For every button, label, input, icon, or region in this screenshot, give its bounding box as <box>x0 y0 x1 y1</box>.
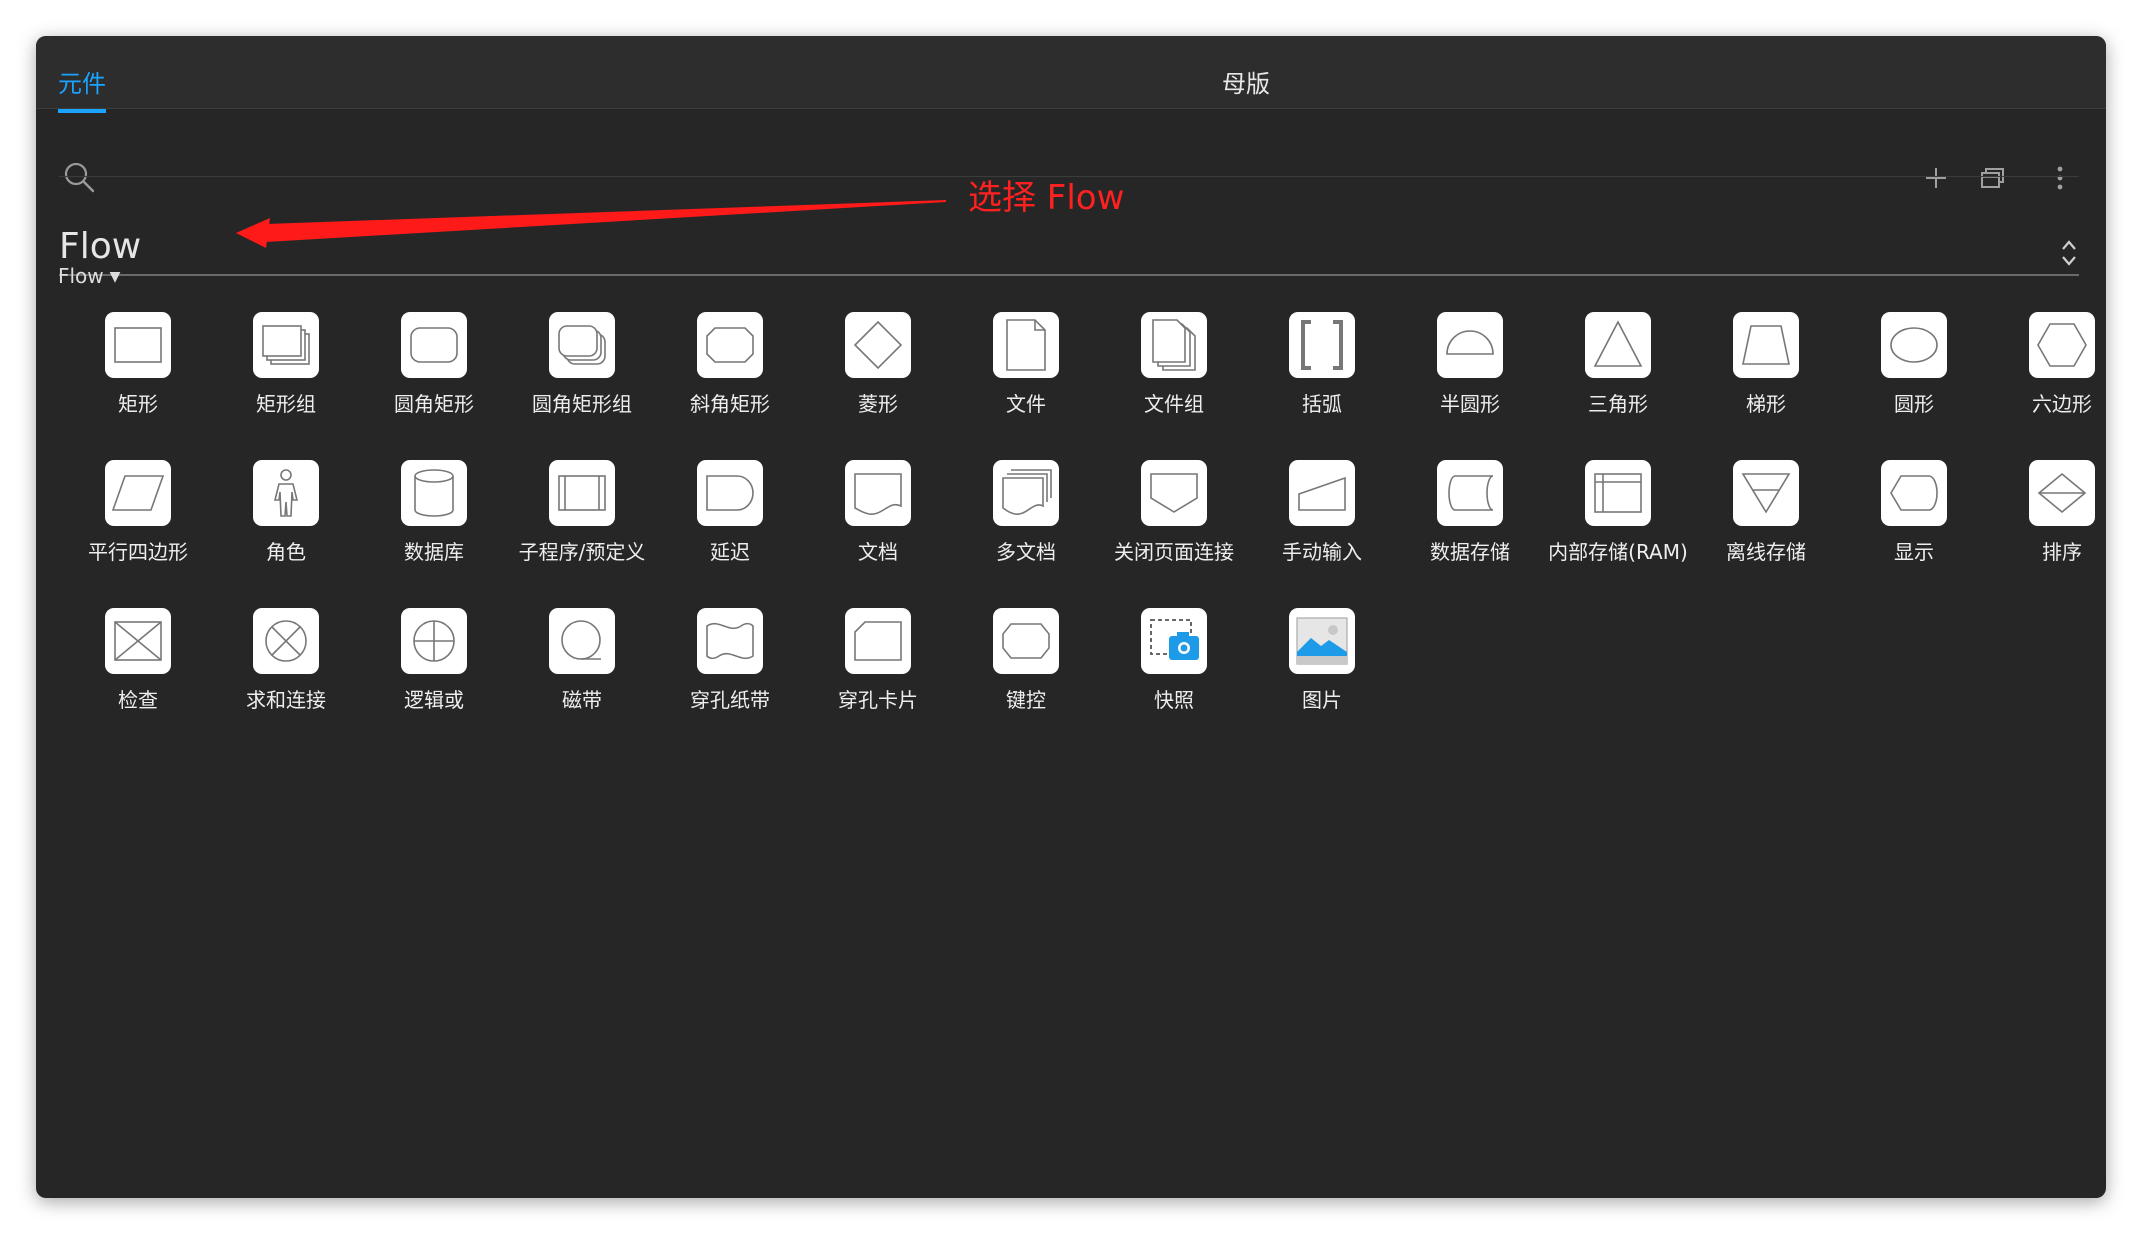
caret-down-icon: ▼ <box>109 269 121 285</box>
widget-item-triangle[interactable]: 三角形 <box>1544 312 1692 432</box>
hexagon-icon <box>2029 312 2095 378</box>
tape-icon <box>549 608 615 674</box>
widget-label: 图片 <box>1302 688 1342 712</box>
card-icon <box>845 608 911 674</box>
delay-icon <box>697 460 763 526</box>
folder-flow[interactable]: Flow ▼ <box>58 264 120 288</box>
widget-item-display[interactable]: 显示 <box>1840 460 1988 580</box>
bevel-icon <box>697 312 763 378</box>
rounded-icon <box>401 312 467 378</box>
widget-item-terminal[interactable]: 键控 <box>952 608 1100 728</box>
image-icon <box>1289 608 1355 674</box>
plus-icon[interactable] <box>1922 164 1950 192</box>
widget-item-subroutine[interactable]: 子程序/预定义 <box>508 460 656 580</box>
widget-item-bracket[interactable]: 括弧 <box>1248 312 1396 432</box>
widget-item-hexagon[interactable]: 六边形 <box>1988 312 2106 432</box>
widget-item-datastore[interactable]: 数据存储 <box>1396 460 1544 580</box>
widget-item-roundedgroup[interactable]: 圆角矩形组 <box>508 312 656 432</box>
annotation-arrow <box>236 200 946 248</box>
terminal-icon <box>993 608 1059 674</box>
document-icon <box>845 460 911 526</box>
diamond-icon <box>845 312 911 378</box>
widget-item-database[interactable]: 数据库 <box>360 460 508 580</box>
database-icon <box>401 460 467 526</box>
widget-item-image[interactable]: 图片 <box>1248 608 1396 728</box>
widget-item-bevel[interactable]: 斜角矩形 <box>656 312 804 432</box>
file-icon <box>993 312 1059 378</box>
manualinput-icon <box>1289 460 1355 526</box>
widget-item-parallelogram[interactable]: 平行四边形 <box>64 460 212 580</box>
trapezoid-icon <box>1733 312 1799 378</box>
display-icon <box>1881 460 1947 526</box>
chevron-updown-icon <box>2062 240 2076 266</box>
widget-item-offpage[interactable]: 关闭页面连接 <box>1100 460 1248 580</box>
roundedgroup-icon <box>549 312 615 378</box>
widget-item-snapshot[interactable]: 快照 <box>1100 608 1248 728</box>
tab-widgets[interactable]: 元件 <box>58 64 106 113</box>
offpage-icon <box>1141 460 1207 526</box>
semicircle-icon <box>1437 312 1503 378</box>
tab-masters[interactable]: 母版 <box>1222 64 1270 99</box>
more-vertical-icon[interactable] <box>2046 164 2074 192</box>
rect-icon <box>105 312 171 378</box>
widget-item-document[interactable]: 文档 <box>804 460 952 580</box>
widget-panel-window: 元件 母版 Flow 选择 Flow Flow ▼ 矩形 矩形组 圆角矩形 圆角… <box>36 36 2106 1198</box>
rectgroup-icon <box>253 312 319 378</box>
widget-item-semicircle[interactable]: 半圆形 <box>1396 312 1544 432</box>
widget-item-rect[interactable]: 矩形 <box>64 312 212 432</box>
widget-item-or[interactable]: 逻辑或 <box>360 608 508 728</box>
widget-label: 排序 <box>2042 540 2082 564</box>
search-icon[interactable] <box>62 160 96 194</box>
widget-item-rounded[interactable]: 圆角矩形 <box>360 312 508 432</box>
filegroup-icon <box>1141 312 1207 378</box>
snapshot-icon <box>1141 608 1207 674</box>
folder-label: Flow <box>58 264 104 288</box>
stack-icon[interactable] <box>1980 164 2008 192</box>
triangle-icon <box>1585 312 1651 378</box>
summing-icon <box>253 608 319 674</box>
widget-item-sort[interactable]: 排序 <box>1988 460 2106 580</box>
papertape-icon <box>697 608 763 674</box>
widget-item-multidoc[interactable]: 多文档 <box>952 460 1100 580</box>
parallelogram-icon <box>105 460 171 526</box>
widget-item-trapezoid[interactable]: 梯形 <box>1692 312 1840 432</box>
widget-item-card[interactable]: 穿孔卡片 <box>804 608 952 728</box>
or-icon <box>401 608 467 674</box>
bracket-icon <box>1289 312 1355 378</box>
subroutine-icon <box>549 460 615 526</box>
sort-icon <box>2029 460 2095 526</box>
annotation-label: 选择 Flow <box>968 178 1125 218</box>
ellipse-icon <box>1881 312 1947 378</box>
widget-item-internal[interactable]: 内部存储(RAM) <box>1544 460 1692 580</box>
offline-icon <box>1733 460 1799 526</box>
widget-item-offline[interactable]: 离线存储 <box>1692 460 1840 580</box>
actor-icon <box>253 460 319 526</box>
collate-icon <box>105 608 171 674</box>
widget-item-file[interactable]: 文件 <box>952 312 1100 432</box>
datastore-icon <box>1437 460 1503 526</box>
widget-item-tape[interactable]: 磁带 <box>508 608 656 728</box>
widget-item-summing[interactable]: 求和连接 <box>212 608 360 728</box>
multidoc-icon <box>993 460 1059 526</box>
widget-item-diamond[interactable]: 菱形 <box>804 312 952 432</box>
widget-label: 六边形 <box>2032 392 2092 416</box>
widget-item-rectgroup[interactable]: 矩形组 <box>212 312 360 432</box>
widget-item-collate[interactable]: 检查 <box>64 608 212 728</box>
panel-tab-bar: 元件 母版 <box>36 36 2106 113</box>
internal-icon <box>1585 460 1651 526</box>
widget-item-ellipse[interactable]: 圆形 <box>1840 312 1988 432</box>
widget-item-delay[interactable]: 延迟 <box>656 460 804 580</box>
widget-item-papertape[interactable]: 穿孔纸带 <box>656 608 804 728</box>
widget-item-manualinput[interactable]: 手动输入 <box>1248 460 1396 580</box>
library-name: Flow <box>59 226 142 267</box>
widget-item-actor[interactable]: 角色 <box>212 460 360 580</box>
widget-item-filegroup[interactable]: 文件组 <box>1100 312 1248 432</box>
